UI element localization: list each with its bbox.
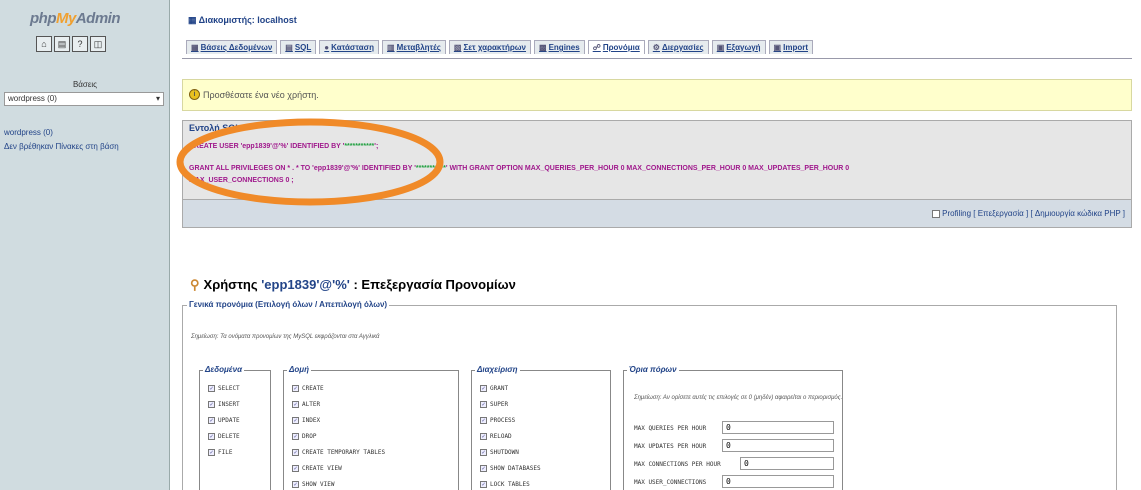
privilege-checkbox[interactable]: ✓ CREATE [292, 385, 324, 392]
variables-icon: ▥ [387, 43, 395, 52]
user-edit-title: ⚲ Χρήστης 'epp1839'@'%' : Επεξεργασία Προ… [190, 277, 516, 292]
no-tables-text: Δεν βρέθηκαν Πίνακες στη βάση [4, 142, 119, 151]
edit-query-link[interactable]: [ Επεξεργασία ] [973, 209, 1028, 218]
docs-icon[interactable]: ? [72, 36, 88, 52]
profiling-checkbox[interactable] [932, 209, 941, 218]
max-updates-input[interactable]: 0 [722, 439, 834, 452]
toolbar-icons: ⌂ ▤ ? ◫ [36, 36, 106, 52]
server-breadcrumb[interactable]: ▦ Διακομιστής: localhost [188, 15, 297, 26]
tab-processes[interactable]: ⚙ Διεργασίες [647, 40, 709, 54]
phpmyadmin-logo[interactable]: phpMyAdmin [30, 10, 121, 27]
sql-line-create: CREATE USER 'epp1839'@'%' IDENTIFIED BY … [189, 143, 379, 150]
tab-divider [182, 58, 1132, 59]
privilege-checkbox[interactable]: ✓ LOCK TABLES [480, 481, 530, 488]
privilege-checkbox[interactable]: ✓ INSERT [208, 401, 240, 408]
export-icon: ▣ [716, 43, 725, 52]
database-link[interactable]: wordpress (0) [4, 128, 53, 137]
engines-icon: ▩ [539, 43, 547, 52]
global-privileges-fieldset: Γενικά προνόμια (Επιλογή όλων / Απεπιλογ… [182, 300, 1117, 490]
privileges-note: Σημείωση: Τα ονόματα προνομίων της MySQL… [191, 334, 380, 340]
sql-line-grant-cont: MAX_USER_CONNECTIONS 0 ; [189, 177, 294, 184]
privilege-checkbox[interactable]: ✓ SELECT [208, 385, 240, 392]
privilege-checkbox[interactable]: ✓ GRANT [480, 385, 508, 392]
database-icon: ▦ [191, 43, 199, 52]
sql-footer-links: Profiling [ Επεξεργασία ] [ Δημιουργία κ… [932, 209, 1125, 218]
privilege-checkbox[interactable]: ✓ RELOAD [480, 433, 512, 440]
sql-docs-icon[interactable]: ◫ [90, 36, 106, 52]
sql-line-grant: GRANT ALL PRIVILEGES ON * . * TO 'epp183… [189, 165, 850, 172]
server-icon: ▦ [188, 15, 199, 25]
info-icon: i [189, 89, 200, 100]
max-connections-input[interactable]: 0 [740, 457, 834, 470]
privilege-group-structure: Δομή ✓ CREATE ✓ ALTER ✓ INDEX ✓ DROP ✓ CREATE… [283, 365, 459, 490]
databases-label: Βάσεις [72, 80, 98, 89]
limit-label: MAX CONNECTIONS PER HOUR [634, 461, 721, 468]
tab-variables[interactable]: ▥ Μεταβλητές [382, 40, 446, 54]
limit-label: MAX QUERIES PER HOUR [634, 425, 707, 432]
privilege-checkbox[interactable]: ✓ DELETE [208, 433, 240, 440]
privileges-icon: ☍ [592, 43, 601, 52]
max-user-connections-input[interactable]: 0 [722, 475, 834, 488]
max-queries-input[interactable]: 0 [722, 421, 834, 434]
privilege-checkbox[interactable]: ✓ INDEX [292, 417, 320, 424]
status-icon: ● [324, 43, 330, 52]
privilege-checkbox[interactable]: ✓ FILE [208, 449, 232, 456]
main-tabs: ▦ Βάσεις Δεδομένων ▤ SQL ● Κατάσταση ▥ Μεταβ… [186, 40, 813, 54]
limit-label: MAX USER_CONNECTIONS [634, 479, 707, 486]
tab-engines[interactable]: ▩ Engines [534, 40, 585, 54]
privilege-checkbox[interactable]: ✓ UPDATE [208, 417, 240, 424]
privilege-checkbox[interactable]: ✓ DROP [292, 433, 316, 440]
left-navigation-frame: phpMyAdmin ⌂ ▤ ? ◫ Βάσεις wordpress (0) ▾… [0, 0, 170, 490]
privilege-checkbox[interactable]: ✓ SUPER [480, 401, 508, 408]
privilege-checkbox[interactable]: ✓ PROCESS [480, 417, 515, 424]
privilege-checkbox[interactable]: ✓ ALTER [292, 401, 320, 408]
import-icon: ▣ [773, 43, 782, 52]
resource-limits-note: Σημείωση: Αν ορίσετε αυτές τις επιλογές … [634, 395, 843, 401]
resource-limits-group: Όρια πόρων Σημείωση: Αν ορίσετε αυτές τι… [623, 365, 843, 490]
tab-export[interactable]: ▣ Εξαγωγή [711, 40, 766, 54]
tab-databases[interactable]: ▦ Βάσεις Δεδομένων [186, 40, 278, 54]
user-icon: ⚲ [190, 277, 200, 292]
charset-icon: ▧ [453, 43, 462, 52]
privilege-checkbox[interactable]: ✓ SHOW VIEW [292, 481, 335, 488]
privilege-checkbox[interactable]: ✓ CREATE VIEW [292, 465, 342, 472]
tab-privileges[interactable]: ☍ Προνόμια [587, 40, 645, 54]
tab-sql[interactable]: ▤ SQL [280, 40, 317, 54]
processes-icon: ⚙ [652, 43, 660, 52]
database-select[interactable]: wordpress (0) ▾ [4, 92, 164, 106]
home-icon[interactable]: ⌂ [36, 36, 52, 52]
sql-legend: Εντολή SQL: [189, 123, 244, 133]
sql-query-box: Εντολή SQL: CREATE USER 'epp1839'@'%' ID… [182, 120, 1132, 200]
tab-charsets[interactable]: ▧ Σετ χαρακτήρων [448, 40, 532, 54]
privilege-checkbox[interactable]: ✓ SHOW DATABASES [480, 465, 541, 472]
privilege-checkbox[interactable]: ✓ CREATE TEMPORARY TABLES [292, 449, 385, 456]
tab-status[interactable]: ● Κατάσταση [319, 40, 380, 54]
tab-import[interactable]: ▣ Import [768, 40, 813, 54]
success-notice: i Προσθέσατε ένα νέο χρήστη. [182, 79, 1132, 111]
privilege-group-administration: Διαχείριση ✓ GRANT ✓ SUPER ✓ PROCESS ✓ RELOA… [471, 365, 611, 490]
chevron-down-icon: ▾ [155, 94, 160, 103]
privilege-group-data: Δεδομένα ✓ SELECT ✓ INSERT ✓ UPDATE ✓ DELETE… [199, 365, 271, 490]
query-window-icon[interactable]: ▤ [54, 36, 70, 52]
sql-footer: Profiling [ Επεξεργασία ] [ Δημιουργία κ… [182, 200, 1132, 228]
limit-label: MAX UPDATES PER HOUR [634, 443, 707, 450]
global-privileges-legend[interactable]: Γενικά προνόμια (Επιλογή όλων / Απεπιλογ… [187, 300, 390, 309]
privilege-checkbox[interactable]: ✓ SHUTDOWN [480, 449, 519, 456]
create-php-link[interactable]: [ Δημιουργία κώδικα PHP ] [1030, 209, 1125, 218]
sql-icon: ▤ [285, 43, 293, 52]
